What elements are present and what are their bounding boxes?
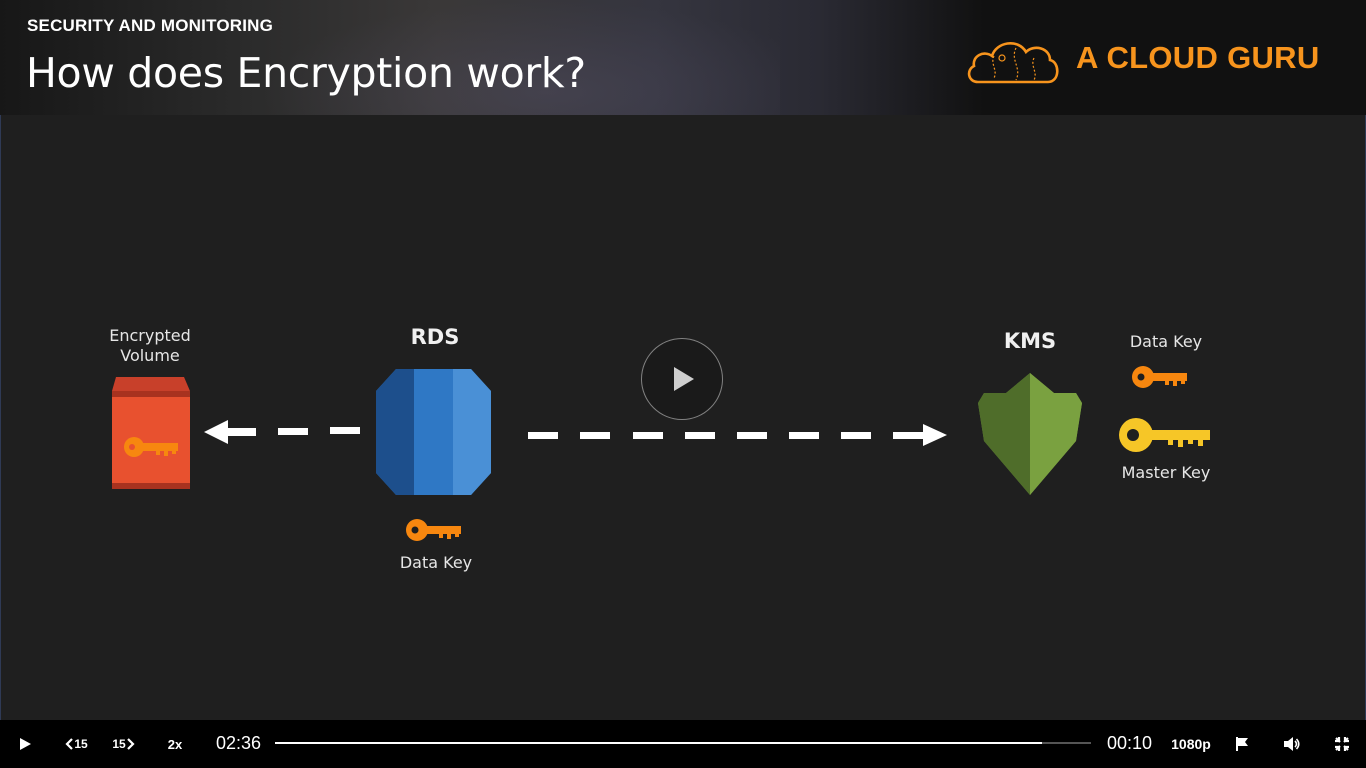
forward-15-label: 15	[112, 737, 126, 751]
play-overlay-icon	[674, 367, 694, 391]
rewind-15-icon	[65, 738, 74, 750]
forward-15-icon	[126, 738, 135, 750]
elapsed-time: 02:36	[216, 733, 262, 753]
kms-data-key-icon	[1132, 366, 1187, 388]
progress-bar[interactable]	[275, 742, 1091, 744]
kms-master-key-label: Master Key	[1121, 463, 1211, 482]
encrypted-volume-label-line2: Volume	[120, 346, 180, 365]
brand-name: A CLOUD GURU	[1076, 40, 1320, 75]
kms-shield-icon	[978, 373, 1082, 495]
forward-15-button[interactable]: 15	[106, 720, 142, 768]
rewind-15-label: 15	[74, 737, 88, 751]
exit-fullscreen-button[interactable]	[1328, 720, 1356, 768]
rewind-15-button[interactable]: 15	[58, 720, 94, 768]
rds-label: RDS	[410, 325, 460, 349]
kms-data-key-label: Data Key	[1129, 332, 1203, 351]
encrypted-volume-label: Encrypted Volume	[90, 326, 210, 366]
master-key-icon	[1119, 418, 1210, 452]
progress-fill	[275, 742, 1043, 744]
arrow-to-kms	[528, 424, 947, 446]
encryption-diagram: Encrypted Volume RDS Data Key KMS Data K…	[0, 115, 1366, 725]
rds-database-icon	[376, 369, 491, 495]
slide-header: SECURITY AND MONITORING How does Encrypt…	[0, 0, 1366, 115]
player-controls: 15 15 2x 02:36 00:10 1080p	[0, 720, 1366, 768]
speed-button[interactable]: 2x	[158, 720, 192, 768]
kms-label: KMS	[1003, 329, 1057, 353]
volume-button[interactable]	[1278, 720, 1306, 768]
arrow-to-volume	[204, 420, 360, 444]
flag-icon	[1236, 737, 1248, 751]
encrypted-volume-icon	[112, 377, 190, 489]
brand-logo: A CLOUD GURU	[964, 30, 1334, 88]
encrypted-volume-label-line1: Encrypted	[109, 326, 191, 345]
rds-data-key-label: Data Key	[399, 553, 473, 572]
quality-button[interactable]: 1080p	[1166, 720, 1216, 768]
volume-icon	[1284, 737, 1300, 751]
section-label: SECURITY AND MONITORING	[27, 16, 274, 35]
slide-title: How does Encryption work?	[26, 49, 586, 97]
exit-fullscreen-icon	[1335, 737, 1349, 751]
play-icon	[20, 738, 31, 750]
center-play-button[interactable]	[641, 338, 723, 420]
remaining-time: 00:10	[1107, 733, 1153, 753]
cloud-logo-icon	[967, 42, 1059, 84]
data-key-icon	[406, 519, 461, 541]
flag-button[interactable]	[1228, 720, 1256, 768]
play-button[interactable]	[10, 720, 40, 768]
